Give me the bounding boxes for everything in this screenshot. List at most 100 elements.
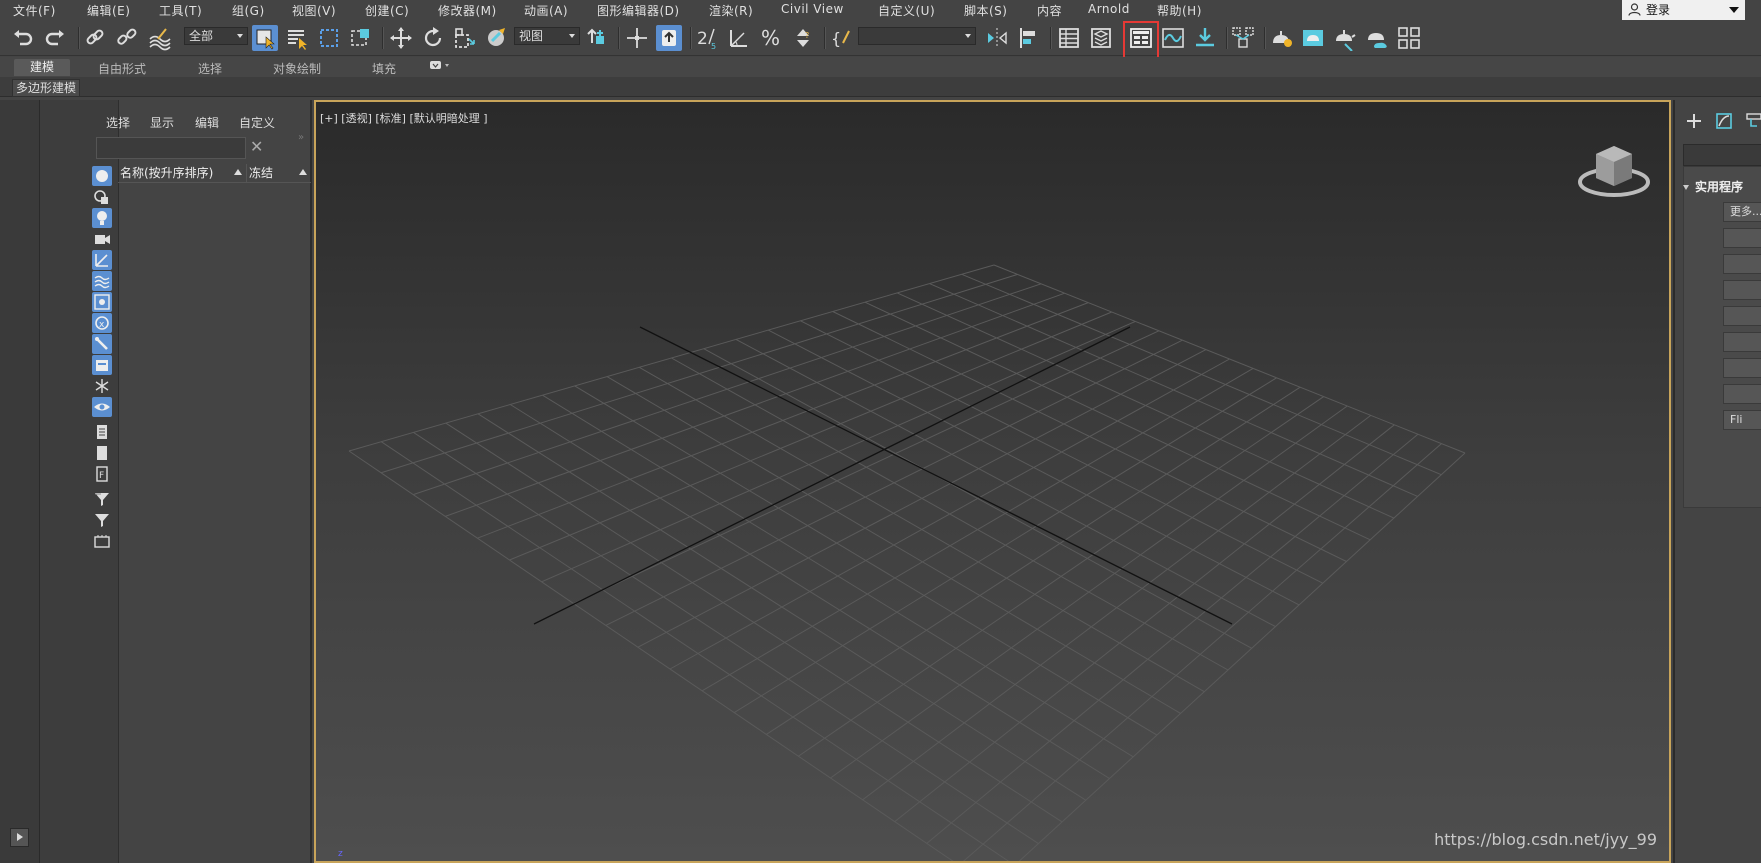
lights-icon[interactable] — [92, 208, 112, 228]
render-setup-icon[interactable] — [1268, 25, 1294, 51]
angle-snap-icon[interactable] — [726, 25, 752, 51]
explorer-tab-display[interactable]: 显示 — [150, 114, 174, 131]
ribbon-tab-selection[interactable]: 选择 — [198, 60, 222, 77]
shapes-icon[interactable] — [92, 187, 112, 207]
hidden-icon[interactable] — [92, 397, 112, 417]
align-icon[interactable] — [1016, 25, 1042, 51]
modify-tab-icon[interactable] — [1713, 110, 1735, 132]
percent-snap-icon[interactable]: % — [758, 25, 784, 51]
render-production-icon[interactable] — [1332, 25, 1358, 52]
cameras-icon[interactable] — [92, 229, 112, 249]
flip-utility-button[interactable]: Fli — [1723, 410, 1761, 430]
more-utilities-button[interactable]: 更多... — [1723, 202, 1761, 222]
material-editor-icon[interactable] — [1230, 25, 1256, 51]
geometry-icon[interactable] — [92, 166, 112, 186]
frozen-icon[interactable] — [92, 376, 112, 396]
explorer-tab-select[interactable]: 选择 — [106, 114, 130, 131]
menu-animation[interactable]: 动画(A) — [524, 2, 568, 19]
rotate-icon[interactable] — [420, 25, 446, 51]
bind-space-warp-icon[interactable] — [146, 25, 172, 51]
window-crossing-icon[interactable] — [348, 25, 374, 51]
expand-icon[interactable]: » — [298, 132, 304, 143]
keyboard-shortcut-override-icon[interactable] — [656, 25, 682, 51]
menu-modifiers[interactable]: 修改器(M) — [438, 2, 497, 19]
display-none-icon[interactable] — [92, 443, 112, 463]
utilities-rollout-header[interactable]: 实用程序 — [1683, 178, 1761, 196]
utility-button[interactable] — [1723, 254, 1761, 274]
render-in-cloud-icon[interactable] — [1364, 25, 1390, 51]
pivot-center-icon[interactable] — [584, 25, 610, 51]
bones-icon[interactable] — [92, 334, 112, 354]
selection-filter-dropdown[interactable]: 全部 — [184, 27, 248, 45]
mirror-icon[interactable] — [984, 25, 1010, 51]
utility-button[interactable] — [1723, 332, 1761, 352]
command-panel-dropdown[interactable] — [1683, 144, 1761, 166]
undo-icon[interactable] — [10, 25, 36, 51]
ribbon-tab-modeling[interactable]: 建模 — [14, 59, 70, 76]
utility-button[interactable] — [1723, 228, 1761, 248]
utility-button[interactable] — [1723, 384, 1761, 404]
menu-edit[interactable]: 编辑(E) — [87, 2, 130, 19]
helpers-icon[interactable] — [92, 250, 112, 270]
menu-scripting[interactable]: 脚本(S) — [964, 2, 1007, 19]
rendered-frame-window-icon[interactable] — [1300, 25, 1326, 51]
space-warps-icon[interactable] — [92, 271, 112, 291]
invert-display-icon[interactable]: F — [92, 464, 112, 484]
menu-help[interactable]: 帮助(H) — [1157, 2, 1202, 19]
curve-editor-icon[interactable] — [1160, 25, 1186, 51]
rectangular-selection-icon[interactable] — [316, 25, 342, 51]
explorer-tab-customize[interactable]: 自定义 — [239, 114, 275, 131]
unlink-icon[interactable] — [114, 25, 140, 51]
display-all-icon[interactable] — [92, 422, 112, 442]
spinner-snap-icon[interactable]: ? — [790, 25, 816, 51]
menu-create[interactable]: 创建(C) — [365, 2, 409, 19]
menu-view[interactable]: 视图(V) — [292, 2, 336, 19]
move-icon[interactable] — [388, 25, 414, 51]
select-manipulate-icon[interactable] — [624, 25, 650, 51]
reference-coordinate-dropdown[interactable]: 视图 — [514, 27, 580, 45]
close-icon[interactable]: ✕ — [250, 137, 263, 156]
ribbon-options-icon[interactable] — [428, 58, 454, 75]
hierarchy-tab-icon[interactable] — [1743, 110, 1761, 132]
select-object-icon[interactable] — [252, 25, 278, 51]
ribbon-tab-object-paint[interactable]: 对象绘制 — [273, 60, 321, 77]
column-header-frozen[interactable]: 冻结 — [246, 164, 311, 183]
toggle-scene-explorer-icon[interactable] — [1056, 25, 1082, 51]
play-icon[interactable] — [10, 828, 29, 847]
named-selection-dropdown[interactable] — [858, 27, 976, 45]
ribbon-tab-populate[interactable]: 填充 — [372, 60, 396, 77]
layer-icon[interactable] — [92, 531, 112, 551]
perspective-viewport[interactable]: [+] [透视] [标准] [默认明暗处理 ] z https://blog.c… — [314, 100, 1671, 863]
scale-icon[interactable] — [452, 25, 478, 51]
create-tab-icon[interactable] — [1683, 110, 1705, 132]
ribbon-tab-freeform[interactable]: 自由形式 — [98, 60, 146, 77]
snaps-toggle-icon[interactable]: 25 — [694, 25, 720, 51]
menu-group[interactable]: 组(G) — [232, 2, 265, 19]
utility-button[interactable] — [1723, 280, 1761, 300]
link-icon[interactable] — [82, 25, 108, 51]
menu-rendering[interactable]: 渲染(R) — [709, 2, 753, 19]
menu-content[interactable]: 内容 — [1037, 2, 1062, 19]
menu-file[interactable]: 文件(F) — [13, 2, 56, 19]
schematic-view-icon[interactable] — [1192, 25, 1218, 51]
groups-icon[interactable] — [92, 292, 112, 312]
menu-arnold[interactable]: Arnold — [1088, 2, 1130, 16]
menu-customize[interactable]: 自定义(U) — [878, 2, 935, 19]
place-icon[interactable] — [484, 25, 510, 51]
filter-selected-icon[interactable] — [92, 489, 112, 509]
polygon-modeling-panel[interactable]: 多边形建模 — [12, 79, 81, 97]
column-header-name[interactable]: 名称(按升序排序) — [118, 164, 246, 183]
edit-named-selection-icon[interactable]: { — [828, 25, 854, 51]
explorer-search-input[interactable] — [96, 137, 246, 159]
menu-civil-view[interactable]: Civil View — [781, 2, 844, 16]
menu-tools[interactable]: 工具(T) — [159, 2, 202, 19]
a360-gallery-icon[interactable] — [1396, 25, 1422, 51]
login-dropdown[interactable]: 登录 — [1622, 0, 1745, 20]
xrefs-icon[interactable]: x — [92, 313, 112, 333]
containers-icon[interactable] — [92, 355, 112, 375]
viewcube-icon[interactable] — [1577, 134, 1651, 204]
toggle-layer-explorer-icon[interactable] — [1088, 25, 1114, 51]
utility-button[interactable] — [1723, 306, 1761, 326]
explorer-tab-edit[interactable]: 编辑 — [195, 114, 219, 131]
menu-graph-editors[interactable]: 图形编辑器(D) — [597, 2, 680, 19]
